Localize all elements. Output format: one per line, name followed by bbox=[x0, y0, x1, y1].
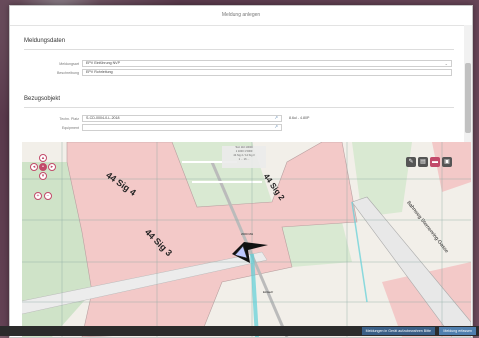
external-link-icon[interactable]: ↗ bbox=[274, 125, 278, 129]
meldung-erfassen-button[interactable]: Meldung erfassen bbox=[439, 327, 476, 335]
comment-icon[interactable]: ▬ bbox=[430, 157, 440, 167]
secondary-footer-button[interactable]: Meldungen in Gerät aufzubewahren Bitte bbox=[361, 327, 435, 335]
layers-icon[interactable]: ▤ bbox=[418, 157, 428, 167]
techn-platz-value: S-CD-0004-0-L-2018 bbox=[86, 116, 120, 120]
beschreibung-input[interactable]: EPV Rohrleitung bbox=[82, 69, 452, 76]
techn-platz-coordinates: 8.6ul - 4.80P bbox=[289, 116, 310, 120]
section-divider bbox=[24, 107, 454, 108]
pan-up-icon[interactable]: ▴ bbox=[39, 154, 47, 162]
park-area bbox=[282, 222, 352, 267]
bezugsobjekt-heading: Bezugsobjekt bbox=[24, 96, 61, 102]
ruler-icon[interactable]: ✎ bbox=[406, 157, 416, 167]
equipment-input[interactable]: ↗ bbox=[82, 124, 282, 131]
equipment-label: Equipment bbox=[61, 126, 79, 130]
scrollbar-thumb[interactable] bbox=[465, 63, 471, 133]
map-canvas bbox=[22, 142, 471, 337]
map-label-small: Einlaufr bbox=[263, 290, 274, 294]
meldung-dialog: Meldung anlegen Meldungsdaten Meldungsar… bbox=[9, 5, 473, 338]
meldungsart-select[interactable]: EPV Einführung NVP ⌄ bbox=[82, 60, 452, 67]
beschreibung-label: Beschreibung bbox=[57, 71, 79, 75]
map-label-marker: 2000 MH bbox=[241, 232, 254, 236]
meldungsart-value: EPV Einführung NVP bbox=[86, 61, 120, 65]
map-view[interactable]: Text 110 10000 1 1000 1 5000 44 Sig 2 / … bbox=[22, 142, 471, 337]
print-icon[interactable]: ▣ bbox=[442, 157, 452, 167]
map-info-box: Text 110 10000 1 1000 1 5000 44 Sig 2 / … bbox=[222, 146, 266, 168]
zoom-in-icon[interactable]: + bbox=[34, 192, 42, 200]
section-divider bbox=[24, 49, 454, 50]
dropdown-icon: ⌄ bbox=[444, 61, 448, 66]
external-link-icon[interactable]: ↗ bbox=[274, 116, 278, 120]
building-lot bbox=[432, 142, 471, 192]
footer-bar: Meldungen in Gerät aufzubewahren Bitte M… bbox=[0, 326, 479, 336]
meldungsart-label: Meldungsart bbox=[59, 62, 79, 66]
dialog-title: Meldung anlegen bbox=[10, 6, 472, 26]
pan-down-icon[interactable]: ▾ bbox=[39, 172, 47, 180]
techn-platz-input[interactable]: S-CD-0004-0-L-2018 ↗ bbox=[82, 115, 282, 122]
pan-left-icon[interactable]: ◂ bbox=[30, 163, 38, 171]
pan-right-icon[interactable]: ▸ bbox=[48, 163, 56, 171]
meldungsdaten-heading: Meldungsdaten bbox=[24, 38, 66, 44]
map-info-line: 1 ... 16 ... bbox=[238, 158, 250, 161]
techn-platz-label: Techn. Platz bbox=[59, 117, 79, 121]
pan-center-button[interactable]: • bbox=[39, 163, 47, 171]
beschreibung-value: EPV Rohrleitung bbox=[86, 70, 113, 74]
zoom-out-icon[interactable]: − bbox=[44, 192, 52, 200]
